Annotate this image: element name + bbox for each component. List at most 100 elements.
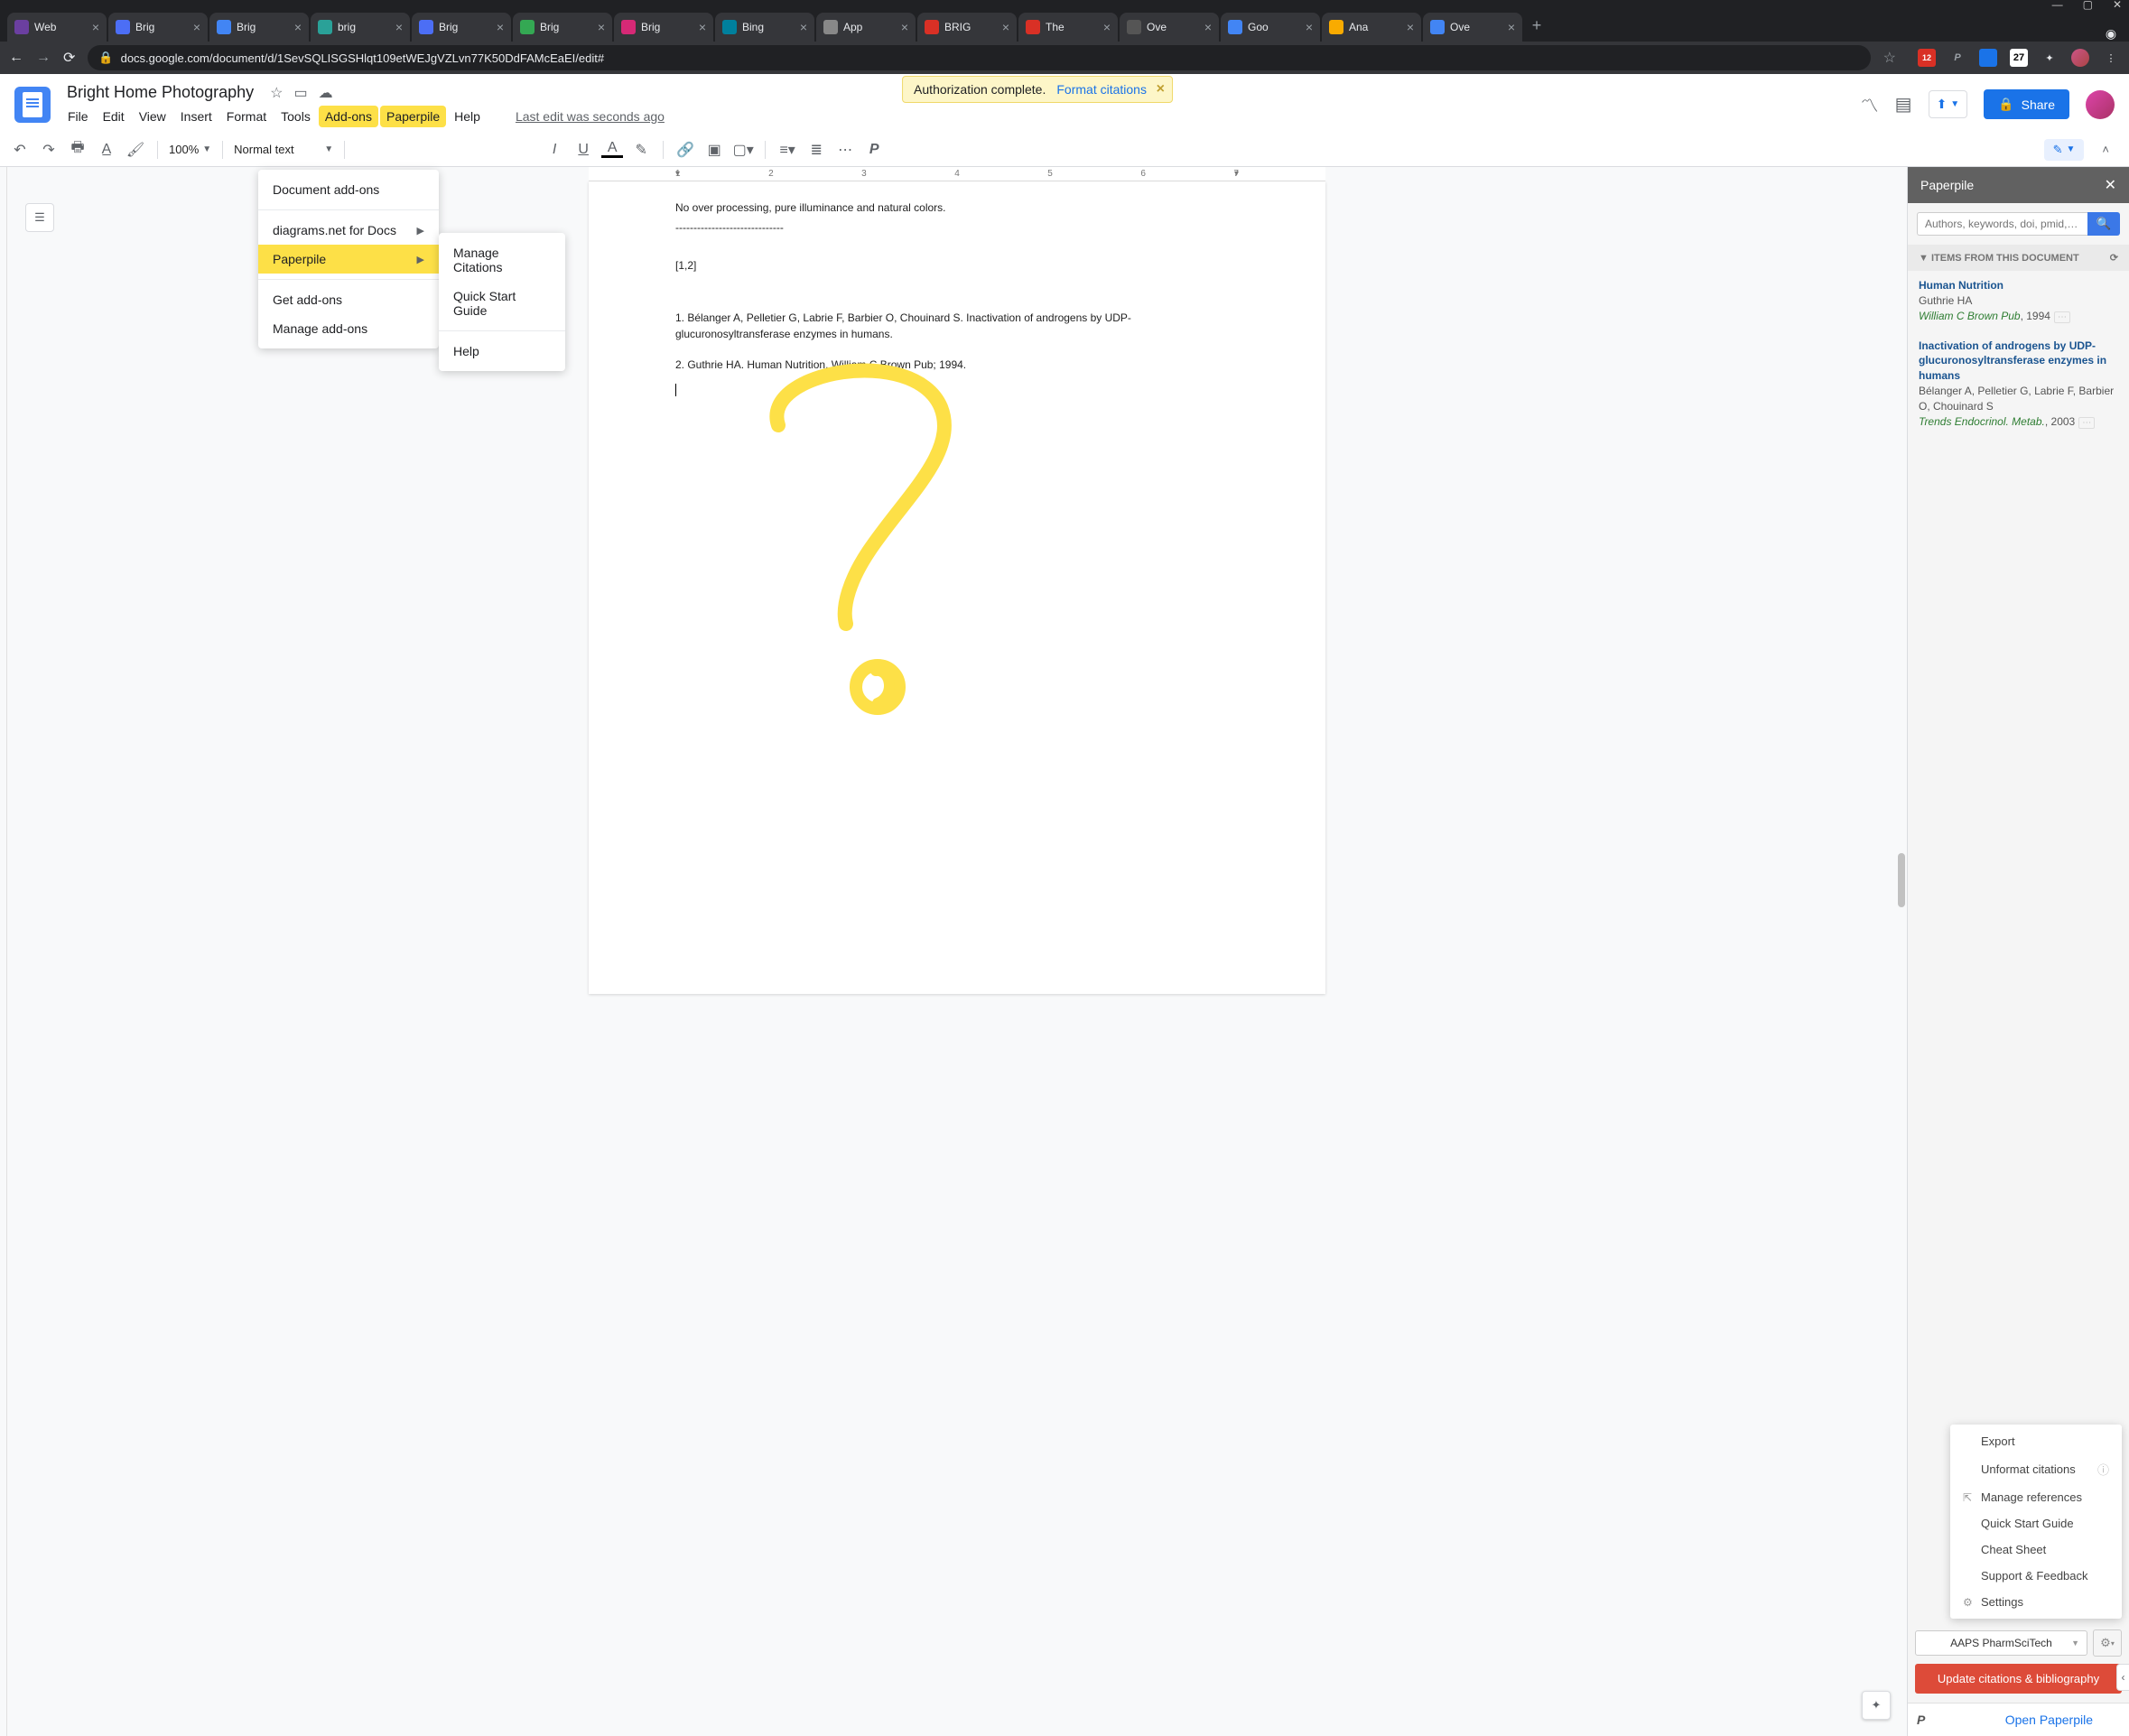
window-controls[interactable]: — ▢ ✕ bbox=[0, 0, 2129, 9]
extension-blue-icon[interactable] bbox=[1979, 49, 1997, 67]
last-edit-link[interactable]: Last edit was seconds ago bbox=[516, 109, 665, 127]
print-icon[interactable]: 🖶 bbox=[67, 137, 88, 162]
tab-close-icon[interactable]: × bbox=[92, 20, 99, 34]
side-panel-toggle[interactable]: ‹ bbox=[2116, 1664, 2129, 1691]
paperpile-item[interactable]: Paperpile▶ bbox=[258, 245, 439, 274]
menu-format[interactable]: Format bbox=[220, 106, 273, 127]
scrollbar-thumb[interactable] bbox=[1898, 853, 1905, 907]
italic-icon[interactable]: I bbox=[544, 142, 565, 158]
tab-close-icon[interactable]: × bbox=[1002, 20, 1009, 34]
format-citations-link[interactable]: Format citations bbox=[1056, 82, 1147, 97]
editing-mode-button[interactable]: ✎▼ bbox=[2044, 139, 2085, 161]
context-manage-references[interactable]: ⇱Manage references bbox=[1950, 1484, 2122, 1510]
extension-calendar-icon[interactable]: 12 bbox=[1918, 49, 1936, 67]
extensions-puzzle-icon[interactable]: ✦ bbox=[2041, 49, 2059, 67]
browser-tab[interactable]: Bing× bbox=[715, 13, 814, 42]
browser-tab[interactable]: App× bbox=[816, 13, 916, 42]
sidebar-search-input[interactable] bbox=[1917, 212, 2087, 236]
browser-tab[interactable]: Ove× bbox=[1423, 13, 1522, 42]
document-canvas[interactable]: ☰ ▾ ▾ 1234567 No over processing, pure i… bbox=[7, 167, 1907, 1736]
close-window-icon[interactable]: ✕ bbox=[2113, 0, 2122, 11]
more-icon[interactable]: ⋯ bbox=[834, 141, 856, 159]
menu-edit[interactable]: Edit bbox=[97, 106, 131, 127]
menu-view[interactable]: View bbox=[133, 106, 172, 127]
tab-close-icon[interactable]: × bbox=[1204, 20, 1212, 34]
sidebar-close-icon[interactable]: ✕ bbox=[2105, 176, 2116, 194]
text-color-icon[interactable]: A bbox=[601, 141, 623, 158]
quick-start-item[interactable]: Quick Start Guide bbox=[439, 282, 565, 325]
tab-close-icon[interactable]: × bbox=[1407, 20, 1414, 34]
link-icon[interactable]: 🔗 bbox=[674, 141, 696, 159]
account-avatar[interactable] bbox=[2086, 90, 2115, 119]
context-quick-start-guide[interactable]: Quick Start Guide bbox=[1950, 1510, 2122, 1536]
horizontal-ruler[interactable]: ▾ ▾ 1234567 bbox=[589, 167, 1325, 181]
reference-item[interactable]: Human Nutrition Guthrie HA William C Bro… bbox=[1908, 271, 2129, 331]
tab-close-icon[interactable]: × bbox=[395, 20, 403, 34]
manage-citations-item[interactable]: Manage Citations bbox=[439, 238, 565, 282]
browser-tab[interactable]: Ove× bbox=[1120, 13, 1219, 42]
browser-tab[interactable]: BRIG× bbox=[917, 13, 1017, 42]
document-page[interactable]: No over processing, pure illuminance and… bbox=[589, 181, 1325, 994]
image-icon[interactable]: ▢▾ bbox=[732, 141, 754, 159]
collapse-toolbar-icon[interactable]: ˄ bbox=[2102, 143, 2109, 156]
comments-icon[interactable]: ▤ bbox=[1895, 93, 1912, 116]
chrome-menu-icon[interactable]: ⋮ bbox=[2102, 49, 2120, 67]
left-margin-marker[interactable]: ▾ bbox=[675, 169, 680, 179]
browser-tab[interactable]: The× bbox=[1018, 13, 1118, 42]
tab-close-icon[interactable]: × bbox=[1508, 20, 1515, 34]
paint-format-icon[interactable]: 🖌 bbox=[125, 141, 146, 159]
manage-addons-item[interactable]: Manage add-ons bbox=[258, 314, 439, 343]
browser-tab[interactable]: Ana× bbox=[1322, 13, 1421, 42]
extension-counter-icon[interactable]: 27 bbox=[2010, 49, 2028, 67]
reference-item[interactable]: Inactivation of androgens by UDP-glucuro… bbox=[1908, 331, 2129, 437]
menu-insert[interactable]: Insert bbox=[174, 106, 218, 127]
tab-close-icon[interactable]: × bbox=[193, 20, 200, 34]
menu-add-ons[interactable]: Add-ons bbox=[319, 106, 378, 127]
move-document-icon[interactable]: ▭ bbox=[293, 84, 307, 102]
browser-tab[interactable]: Web× bbox=[7, 13, 107, 42]
context-cheat-sheet[interactable]: Cheat Sheet bbox=[1950, 1536, 2122, 1563]
context-support-feedback[interactable]: Support & Feedback bbox=[1950, 1563, 2122, 1589]
new-tab-button[interactable]: + bbox=[1524, 16, 1549, 35]
forward-icon[interactable]: → bbox=[36, 50, 51, 66]
browser-tab[interactable]: Brig× bbox=[513, 13, 612, 42]
menu-file[interactable]: File bbox=[61, 106, 95, 127]
context-settings[interactable]: ⚙Settings bbox=[1950, 1589, 2122, 1615]
browser-tab[interactable]: Brig× bbox=[108, 13, 208, 42]
sidebar-search-button[interactable]: 🔍 bbox=[2087, 212, 2120, 236]
outline-toggle-button[interactable]: ☰ bbox=[25, 203, 54, 232]
present-button[interactable]: ⬆▼ bbox=[1929, 90, 1968, 118]
redo-icon[interactable]: ↷ bbox=[38, 141, 60, 159]
browser-tab[interactable]: Brig× bbox=[614, 13, 713, 42]
tab-close-icon[interactable]: × bbox=[901, 20, 908, 34]
citation-style-select[interactable]: AAPS PharmSciTech bbox=[1915, 1630, 2087, 1656]
line-spacing-icon[interactable]: ≣ bbox=[805, 141, 827, 159]
tab-close-icon[interactable]: × bbox=[598, 20, 605, 34]
paperpile-toolbar-icon[interactable]: P bbox=[863, 142, 885, 158]
browser-tab[interactable]: Goo× bbox=[1221, 13, 1320, 42]
browser-tab[interactable]: brig× bbox=[311, 13, 410, 42]
diagrams-item[interactable]: diagrams.net for Docs▶ bbox=[258, 216, 439, 245]
maximize-icon[interactable]: ▢ bbox=[2083, 0, 2093, 11]
extension-paperpile-icon[interactable]: P bbox=[1948, 49, 1966, 67]
omnibox[interactable]: 🔒 docs.google.com/document/d/1SevSQLISGS… bbox=[88, 45, 1870, 70]
browser-tab[interactable]: Brig× bbox=[412, 13, 511, 42]
underline-icon[interactable]: U bbox=[572, 142, 594, 158]
menu-paperpile[interactable]: Paperpile bbox=[380, 106, 446, 127]
activity-icon[interactable]: 〽 bbox=[1861, 91, 1879, 117]
citation-settings-button[interactable]: ⚙▾ bbox=[2093, 1629, 2122, 1657]
notice-close-icon[interactable]: × bbox=[1157, 81, 1165, 97]
tab-close-icon[interactable]: × bbox=[294, 20, 302, 34]
back-icon[interactable]: ← bbox=[9, 50, 23, 66]
menu-tools[interactable]: Tools bbox=[274, 106, 317, 127]
align-icon[interactable]: ≡▾ bbox=[776, 141, 798, 159]
menu-help[interactable]: Help bbox=[448, 106, 487, 127]
open-paperpile-link[interactable]: Open Paperpile bbox=[2005, 1713, 2093, 1727]
tab-close-icon[interactable]: × bbox=[1306, 20, 1313, 34]
minimize-icon[interactable]: — bbox=[2052, 0, 2063, 11]
context-unformat-citations[interactable]: Unformat citationsⓘ bbox=[1950, 1454, 2122, 1484]
chrome-profile-avatar[interactable] bbox=[2071, 49, 2089, 67]
help-item[interactable]: Help bbox=[439, 337, 565, 366]
tab-close-icon[interactable]: × bbox=[800, 20, 807, 34]
tab-close-icon[interactable]: × bbox=[699, 20, 706, 34]
